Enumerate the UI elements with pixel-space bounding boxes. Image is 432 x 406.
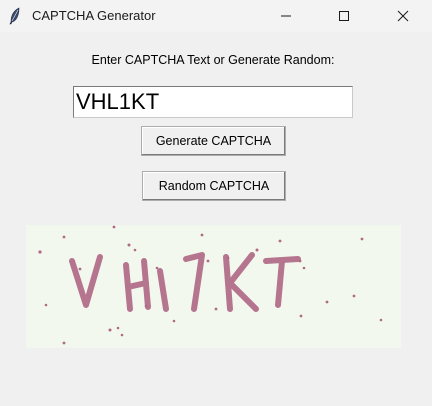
window-title: CAPTCHA Generator <box>32 8 156 23</box>
captcha-glyphs <box>69 252 301 312</box>
minimize-button[interactable] <box>263 0 309 32</box>
close-icon <box>397 10 409 22</box>
prompt-label: Enter CAPTCHA Text or Generate Random: <box>91 53 335 67</box>
maximize-button[interactable] <box>321 0 367 32</box>
app-window: CAPTCHA Generator Enter CAPTCHA Text or … <box>0 0 432 406</box>
minimize-icon <box>281 15 291 17</box>
random-captcha-button[interactable]: Random CAPTCHA <box>142 171 286 201</box>
close-button[interactable] <box>380 0 426 32</box>
feather-icon <box>8 7 22 25</box>
captcha-image <box>26 225 401 348</box>
captcha-canvas <box>38 225 383 345</box>
captcha-text-input[interactable]: VHL1KT <box>73 86 353 118</box>
maximize-icon <box>339 11 349 21</box>
generate-captcha-button[interactable]: Generate CAPTCHA <box>141 126 286 156</box>
title-bar: CAPTCHA Generator <box>0 0 432 32</box>
